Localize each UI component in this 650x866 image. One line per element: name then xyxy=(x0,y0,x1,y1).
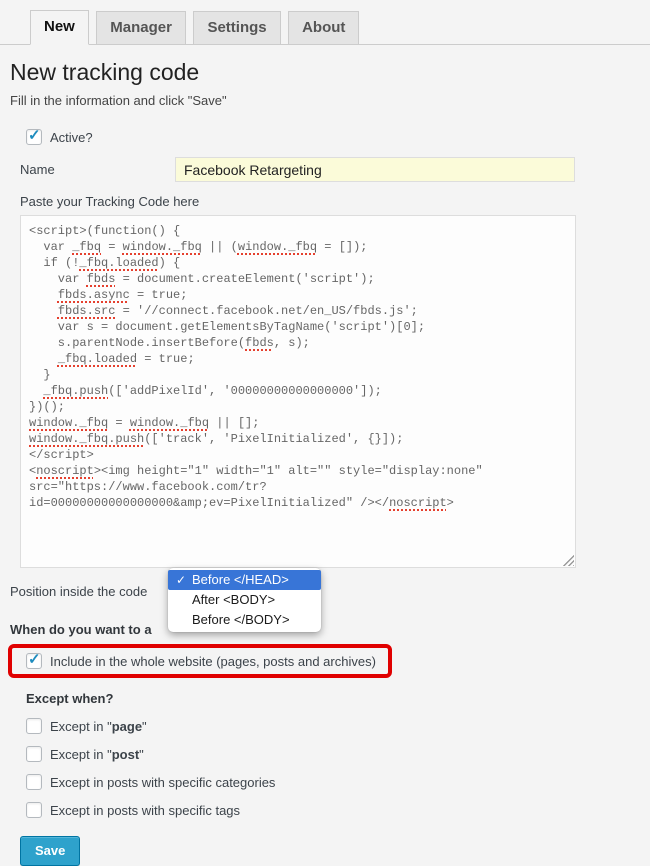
tracking-code-label: Paste your Tracking Code here xyxy=(20,194,650,209)
except-page-row: Except in "page" xyxy=(26,718,650,734)
active-row: ✓ Active? xyxy=(26,129,650,145)
dropdown-option-label: Before </BODY> xyxy=(192,612,290,627)
except-page-checkbox[interactable] xyxy=(26,718,42,734)
page-subtitle: Fill in the information and click "Save" xyxy=(10,93,650,108)
tab-new[interactable]: New xyxy=(30,10,89,45)
include-checkbox[interactable]: ✓ xyxy=(26,653,42,669)
include-label: Include in the whole website (pages, pos… xyxy=(50,654,376,669)
active-label: Active? xyxy=(50,130,93,145)
except-when-label: Except when? xyxy=(26,691,650,706)
checkmark-icon: ✓ xyxy=(28,126,41,144)
tab-settings[interactable]: Settings xyxy=(193,11,280,44)
except-tags-label: Except in posts with specific tags xyxy=(50,803,240,818)
save-button[interactable]: Save xyxy=(20,836,80,866)
tab-about[interactable]: About xyxy=(288,11,359,44)
checkmark-icon: ✓ xyxy=(176,570,186,590)
checkmark-icon: ✓ xyxy=(28,650,41,668)
resize-grip-icon[interactable] xyxy=(562,554,574,566)
tab-bar: New Manager Settings About xyxy=(0,0,650,45)
tab-manager[interactable]: Manager xyxy=(96,11,186,44)
tracking-code-manager-page: New Manager Settings About New tracking … xyxy=(0,0,650,866)
dropdown-option-after-body[interactable]: After <BODY> xyxy=(168,590,321,610)
position-label: Position inside the code xyxy=(10,584,650,599)
page-title: New tracking code xyxy=(10,58,650,86)
except-categories-label: Except in posts with specific categories xyxy=(50,775,275,790)
except-categories-checkbox[interactable] xyxy=(26,774,42,790)
when-label: When do you want to a xyxy=(10,622,650,637)
except-post-row: Except in "post" xyxy=(26,746,650,762)
tracking-code-content: <script>(function() { var _fbq = window.… xyxy=(29,223,567,511)
except-post-label: Except in "post" xyxy=(50,747,144,762)
dropdown-option-before-head[interactable]: ✓ Before </HEAD> xyxy=(168,570,321,590)
position-dropdown-menu: ✓ Before </HEAD> After <BODY> Before </B… xyxy=(168,568,321,632)
except-categories-row: Except in posts with specific categories xyxy=(26,774,650,790)
active-checkbox[interactable]: ✓ xyxy=(26,129,42,145)
tracking-code-editor[interactable]: <script>(function() { var _fbq = window.… xyxy=(20,215,576,568)
include-highlight-box: ✓ Include in the whole website (pages, p… xyxy=(8,644,392,678)
except-page-label: Except in "page" xyxy=(50,719,147,734)
dropdown-option-label: After <BODY> xyxy=(192,592,275,607)
except-post-checkbox[interactable] xyxy=(26,746,42,762)
name-input[interactable] xyxy=(175,157,575,182)
name-row: Name xyxy=(20,157,650,182)
dropdown-option-label: Before </HEAD> xyxy=(192,572,289,587)
except-tags-checkbox[interactable] xyxy=(26,802,42,818)
except-tags-row: Except in posts with specific tags xyxy=(26,802,650,818)
name-label: Name xyxy=(20,162,175,177)
dropdown-option-before-body[interactable]: Before </BODY> xyxy=(168,610,321,630)
